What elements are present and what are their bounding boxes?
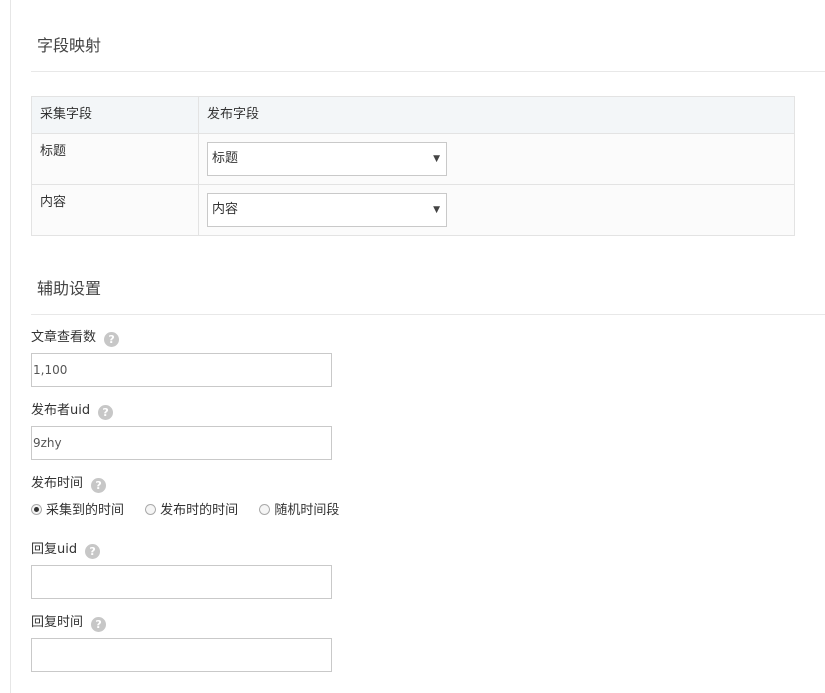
column-header-source: 采集字段 [31,96,199,134]
radio-label: 随机时间段 [274,503,340,518]
publisher-uid-input[interactable]: 9zhy [31,426,332,460]
table-row: 标题 标题 ▼ [31,133,795,185]
radio-publish-time[interactable]: 发布时的时间 [145,502,238,520]
reply-time-label: 回复时间? [31,614,107,632]
reply-time-input[interactable] [31,638,332,672]
radio-unselected-icon [259,504,271,515]
reply-uid-label-text: 回复uid [31,542,78,557]
publish-time-radio-group: 采集到的时间 发布时的时间 随机时间段 [31,502,356,520]
help-icon[interactable]: ? [91,478,107,493]
view-count-label: 文章查看数? [31,329,120,347]
source-field-cell: 标题 [31,133,199,185]
help-icon[interactable]: ? [85,544,101,559]
view-count-label-text: 文章查看数 [31,330,97,345]
source-field-cell: 内容 [31,184,199,236]
help-icon[interactable]: ? [98,405,114,420]
view-count-input[interactable]: 1,100 [31,353,332,387]
target-field-select-content[interactable]: 内容 ▼ [207,193,447,227]
dropdown-arrow-icon: ▼ [433,154,440,164]
help-icon[interactable]: ? [91,617,107,632]
field-mapping-table: 采集字段 发布字段 标题 标题 ▼ 内容 内容 ▼ [31,96,795,236]
radio-selected-icon [31,504,42,515]
publisher-uid-label: 发布者uid? [31,402,114,420]
radio-label: 采集到的时间 [46,503,125,518]
publisher-uid-label-text: 发布者uid [31,403,91,418]
dropdown-arrow-icon: ▼ [433,205,440,215]
publish-time-label-text: 发布时间 [31,476,84,491]
section-title-field-mapping: 字段映射 [31,36,825,72]
radio-collected-time[interactable]: 采集到的时间 [31,502,124,520]
publish-time-label: 发布时间? [31,475,107,493]
table-row: 内容 内容 ▼ [31,184,795,236]
reply-uid-input[interactable] [31,565,332,599]
left-border [10,0,11,693]
column-header-target: 发布字段 [198,96,795,134]
radio-random-period[interactable]: 随机时间段 [259,502,339,520]
reply-uid-label: 回复uid? [31,541,101,559]
reply-time-label-text: 回复时间 [31,615,84,630]
radio-label: 发布时的时间 [160,503,239,518]
section-title-aux-settings: 辅助设置 [31,279,825,315]
select-value: 标题 [212,151,239,166]
select-value: 内容 [212,202,239,217]
target-field-cell: 内容 ▼ [198,184,795,236]
target-field-cell: 标题 ▼ [198,133,795,185]
target-field-select-title[interactable]: 标题 ▼ [207,142,447,176]
table-header-row: 采集字段 发布字段 [31,96,795,134]
radio-unselected-icon [145,504,157,515]
help-icon[interactable]: ? [104,332,120,347]
